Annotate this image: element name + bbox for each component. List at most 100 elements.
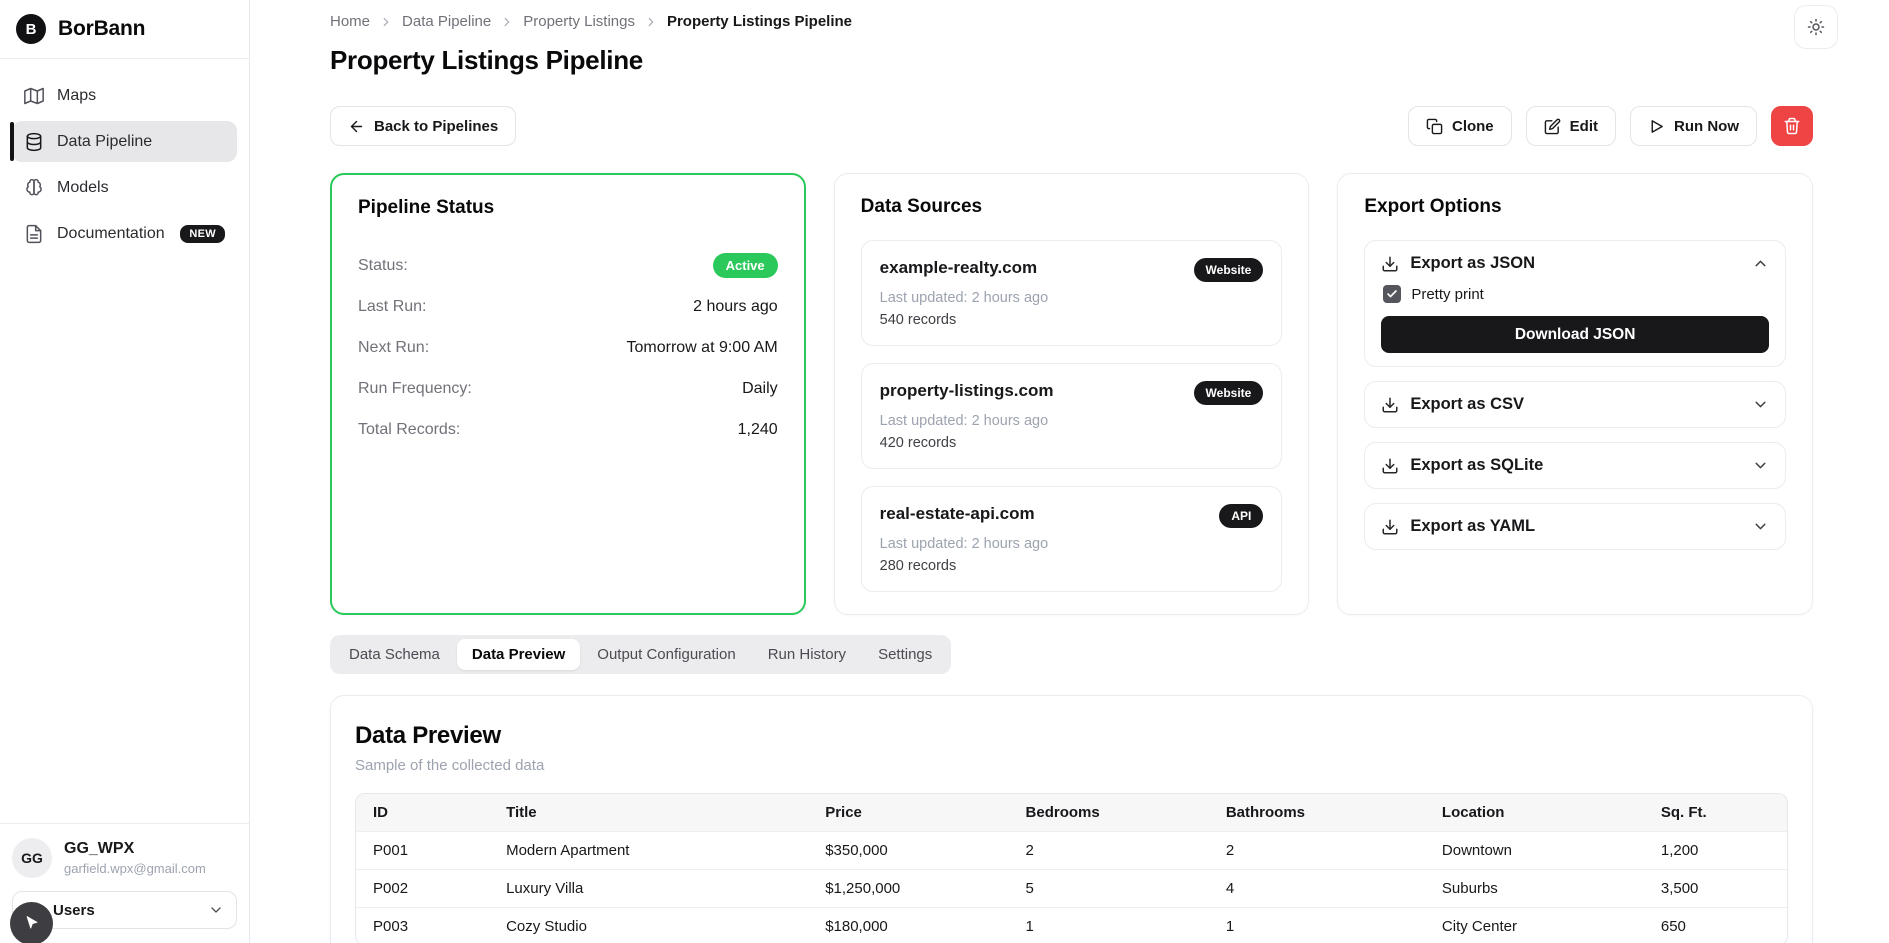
theme-toggle-button[interactable] [1794, 5, 1838, 49]
map-icon [24, 86, 44, 106]
cell-id: P003 [356, 908, 489, 943]
logo-mark: B [16, 14, 46, 44]
sidebar-item-label: Data Pipeline [57, 133, 152, 151]
edit-button[interactable]: Edit [1526, 106, 1616, 146]
export-sqlite-accordion: Export as SQLite [1364, 442, 1786, 489]
total-records-value: 1,240 [738, 421, 778, 439]
source-item[interactable]: property-listings.com Website Last updat… [861, 363, 1283, 469]
data-preview-subtitle: Sample of the collected data [355, 757, 1788, 774]
breadcrumb: Home Data Pipeline Property Listings Pro… [330, 13, 1813, 30]
run-now-button[interactable]: Run Now [1630, 106, 1757, 146]
app-root: B BorBann Maps Data Pipeline Models [0, 0, 1889, 943]
data-sources-title: Data Sources [861, 196, 1283, 218]
cell-price: $1,250,000 [808, 870, 1008, 908]
cell-price: $350,000 [808, 832, 1008, 870]
data-preview-title: Data Preview [355, 722, 1788, 750]
table-row: P003 Cozy Studio $180,000 1 1 City Cente… [356, 908, 1787, 943]
table-row: P002 Luxury Villa $1,250,000 5 4 Suburbs… [356, 870, 1787, 908]
brain-icon [24, 178, 44, 198]
sidebar-nav: Maps Data Pipeline Models Documentation [0, 59, 249, 270]
cell-bedrooms: 5 [1009, 870, 1209, 908]
cell-sqft: 1,200 [1644, 832, 1787, 870]
main-content: Home Data Pipeline Property Listings Pro… [250, 0, 1889, 943]
source-records: 280 records [880, 558, 1264, 574]
play-icon [1648, 118, 1665, 135]
download-json-button[interactable]: Download JSON [1381, 316, 1769, 353]
export-yaml-accordion: Export as YAML [1364, 503, 1786, 550]
sidebar-item-label: Models [57, 179, 109, 197]
tab-data-schema[interactable]: Data Schema [334, 639, 455, 670]
clone-button[interactable]: Clone [1408, 106, 1512, 146]
cell-bathrooms: 4 [1209, 870, 1425, 908]
breadcrumb-home[interactable]: Home [330, 13, 370, 30]
run-now-button-label: Run Now [1674, 118, 1739, 135]
user-profile[interactable]: GG GG_WPX garfield.wpx@gmail.com [12, 838, 237, 878]
breadcrumb-property-listings[interactable]: Property Listings [523, 13, 635, 30]
edit-icon [1544, 118, 1561, 135]
data-sources-card: Data Sources example-realty.com Website … [834, 173, 1310, 615]
export-json-accordion: Export as JSON Pretty print Download JSO… [1364, 240, 1786, 367]
download-icon [1381, 255, 1399, 273]
cursor-indicator [10, 902, 53, 943]
actions-row: Back to Pipelines Clone Edit [330, 106, 1813, 146]
sidebar-item-maps[interactable]: Maps [12, 75, 237, 116]
col-bathrooms: Bathrooms [1209, 794, 1425, 832]
export-yaml-toggle[interactable]: Export as YAML [1381, 517, 1769, 536]
export-options-title: Export Options [1364, 196, 1786, 218]
tab-settings[interactable]: Settings [863, 639, 947, 670]
sidebar-item-data-pipeline[interactable]: Data Pipeline [12, 121, 237, 162]
pretty-print-checkbox[interactable] [1383, 285, 1401, 303]
sidebar-item-models[interactable]: Models [12, 167, 237, 208]
export-sqlite-toggle[interactable]: Export as SQLite [1381, 456, 1769, 475]
new-badge: NEW [180, 225, 225, 243]
copy-icon [1426, 118, 1443, 135]
col-title: Title [489, 794, 808, 832]
total-records-row: Total Records: 1,240 [358, 409, 778, 450]
source-name: example-realty.com [880, 258, 1037, 278]
breadcrumb-current: Property Listings Pipeline [667, 13, 852, 30]
toolbar-actions: Clone Edit Run Now [1408, 106, 1813, 146]
run-frequency-row: Run Frequency: Daily [358, 368, 778, 409]
total-records-label: Total Records: [358, 421, 460, 439]
source-item[interactable]: example-realty.com Website Last updated:… [861, 240, 1283, 346]
tab-run-history[interactable]: Run History [753, 639, 861, 670]
back-to-pipelines-button[interactable]: Back to Pipelines [330, 106, 516, 146]
breadcrumb-data-pipeline[interactable]: Data Pipeline [402, 13, 491, 30]
cell-title: Modern Apartment [489, 832, 808, 870]
source-name: real-estate-api.com [880, 504, 1035, 524]
user-name: GG_WPX [64, 840, 206, 858]
download-icon [1381, 396, 1399, 414]
cell-bedrooms: 2 [1009, 832, 1209, 870]
last-run-row: Last Run: 2 hours ago [358, 286, 778, 327]
next-run-label: Next Run: [358, 339, 429, 357]
tab-output-configuration[interactable]: Output Configuration [582, 639, 750, 670]
role-select-value: Users [53, 902, 95, 919]
col-price: Price [808, 794, 1008, 832]
cell-title: Luxury Villa [489, 870, 808, 908]
table-row: P001 Modern Apartment $350,000 2 2 Downt… [356, 832, 1787, 870]
tab-data-preview[interactable]: Data Preview [457, 639, 580, 670]
chevron-right-icon [379, 15, 393, 29]
last-run-label: Last Run: [358, 298, 426, 316]
download-icon [1381, 518, 1399, 536]
col-bedrooms: Bedrooms [1009, 794, 1209, 832]
export-csv-toggle[interactable]: Export as CSV [1381, 395, 1769, 414]
detail-tabs: Data Schema Data Preview Output Configur… [330, 635, 951, 674]
status-label: Status: [358, 257, 408, 275]
chevron-down-icon [1752, 457, 1769, 474]
export-json-toggle[interactable]: Export as JSON [1381, 254, 1769, 273]
sidebar-item-documentation[interactable]: Documentation NEW [12, 213, 237, 254]
document-icon [24, 224, 44, 244]
source-item[interactable]: real-estate-api.com API Last updated: 2 … [861, 486, 1283, 592]
cell-bedrooms: 1 [1009, 908, 1209, 943]
source-name: property-listings.com [880, 381, 1054, 401]
delete-button[interactable] [1771, 106, 1813, 146]
run-frequency-value: Daily [742, 380, 778, 398]
source-updated: Last updated: 2 hours ago [880, 413, 1264, 429]
table-header-row: ID Title Price Bedrooms Bathrooms Locati… [356, 794, 1787, 832]
cell-id: P001 [356, 832, 489, 870]
source-updated: Last updated: 2 hours ago [880, 290, 1264, 306]
preview-table: ID Title Price Bedrooms Bathrooms Locati… [355, 793, 1788, 943]
last-run-value: 2 hours ago [693, 298, 778, 316]
cell-location: Suburbs [1425, 870, 1644, 908]
